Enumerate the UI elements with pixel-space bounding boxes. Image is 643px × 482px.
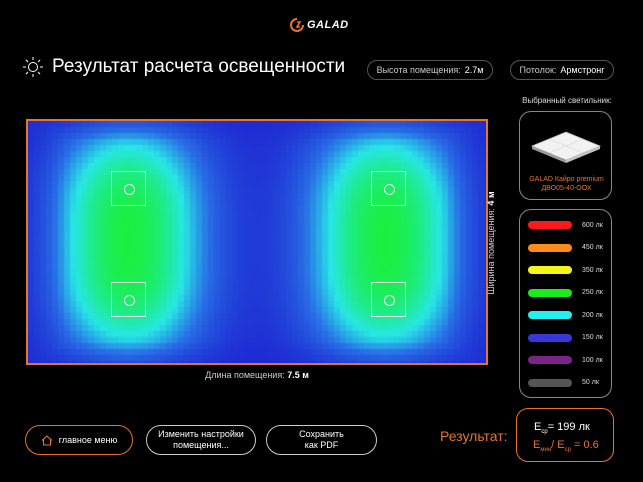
legend-item: 200 лк bbox=[528, 310, 608, 320]
luminaire-name: GALAD Кайро premium ДВО05-40-ООХ bbox=[524, 175, 609, 193]
illuminance-map bbox=[26, 119, 488, 365]
room-length: Длина помещения: 7.5 м bbox=[26, 370, 488, 380]
room-length-value: 7.5 м bbox=[287, 370, 309, 380]
sun-icon bbox=[23, 57, 43, 77]
luminaire-marker[interactable] bbox=[371, 282, 406, 317]
legend-item: 100 лк bbox=[528, 355, 608, 365]
uniformity-ratio: Eмин/ Eср = 0.6 bbox=[533, 439, 599, 454]
selected-luminaire-card[interactable]: GALAD Кайро premium ДВО05-40-ООХ bbox=[519, 111, 612, 200]
legend-label: 50 лк bbox=[582, 379, 599, 386]
ceiling-label: Потолок: bbox=[519, 65, 557, 75]
save-pdf-line1: Сохранить bbox=[299, 429, 344, 439]
home-icon bbox=[41, 434, 53, 446]
legend-label: 150 лк bbox=[582, 334, 603, 341]
luminaire-marker[interactable] bbox=[111, 282, 146, 317]
room-width: Ширина помещения: 4 м bbox=[486, 143, 496, 343]
room-width-value: 4 м bbox=[486, 191, 496, 206]
legend-label: 100 лк bbox=[582, 356, 603, 364]
logo-text: GALAD bbox=[307, 19, 349, 31]
change-room-settings-button[interactable]: Изменить настройки помещения... bbox=[146, 425, 256, 455]
legend-swatch bbox=[528, 333, 572, 342]
luminaire-marker[interactable] bbox=[371, 171, 406, 206]
luminaire-name-line2: ДВО05-40-ООХ bbox=[541, 185, 592, 192]
selected-luminaire-label: Выбранный светильник: bbox=[522, 96, 612, 105]
illuminance-heatmap bbox=[28, 121, 486, 363]
galad-logo-icon bbox=[290, 18, 304, 32]
main-menu-button[interactable]: главное меню bbox=[25, 425, 133, 455]
legend-swatch bbox=[528, 378, 572, 387]
legend-label: 350 лк bbox=[582, 266, 603, 274]
legend-swatch bbox=[528, 243, 572, 252]
legend-item: 350 лк bbox=[528, 265, 608, 275]
illuminance-legend: 600 лк 450 лк 350 лк 250 лк 200 лк 150 лк 100 … bbox=[519, 209, 612, 398]
ceiling-badge: Потолок: Армстронг bbox=[510, 60, 614, 80]
legend-label: 200 лк bbox=[582, 311, 603, 319]
legend-label: 250 лк bbox=[582, 289, 603, 296]
room-height-label: Высота помещения: bbox=[376, 65, 461, 75]
legend-swatch bbox=[528, 356, 572, 364]
legend-label: 600 лк bbox=[582, 221, 603, 229]
ceiling-value: Армстронг bbox=[560, 65, 605, 75]
result-label: Результат: bbox=[440, 428, 508, 444]
luminaire-name-line1: GALAD Кайро premium bbox=[529, 176, 604, 183]
legend-item: 450 лк bbox=[528, 243, 608, 253]
legend-swatch bbox=[528, 311, 572, 319]
room-height-badge: Высота помещения: 2.7м bbox=[367, 60, 493, 80]
room-width-label: Ширина помещения: bbox=[486, 208, 496, 295]
change-settings-line2: помещения... bbox=[173, 440, 229, 450]
average-illuminance: Eср= 199 лк bbox=[534, 421, 590, 436]
save-pdf-line2: как PDF bbox=[304, 440, 339, 450]
legend-swatch bbox=[528, 266, 572, 274]
room-height-value: 2.7м bbox=[464, 65, 484, 75]
change-settings-line1: Изменить настройки bbox=[158, 429, 244, 439]
luminaire-marker[interactable] bbox=[111, 171, 146, 206]
page-title: Результат расчета освещенности bbox=[52, 56, 346, 77]
galad-logo: GALAD bbox=[290, 18, 349, 32]
legend-item: 50 лк bbox=[528, 378, 608, 388]
main-menu-label: главное меню bbox=[58, 434, 118, 445]
legend-swatch bbox=[528, 288, 572, 297]
result-box: Eср= 199 лк Eмин/ Eср = 0.6 bbox=[516, 408, 614, 462]
page-header: Результат расчета освещенности bbox=[22, 56, 345, 78]
panel-lamp-icon bbox=[530, 131, 602, 163]
legend-label: 450 лк bbox=[582, 244, 603, 251]
save-pdf-button[interactable]: Сохранить как PDF bbox=[266, 425, 377, 455]
room-length-label: Длина помещения: bbox=[205, 370, 285, 380]
legend-item: 150 лк bbox=[528, 333, 608, 343]
legend-item: 600 лк bbox=[528, 220, 608, 230]
legend-swatch bbox=[528, 221, 572, 229]
legend-item: 250 лк bbox=[528, 288, 608, 298]
